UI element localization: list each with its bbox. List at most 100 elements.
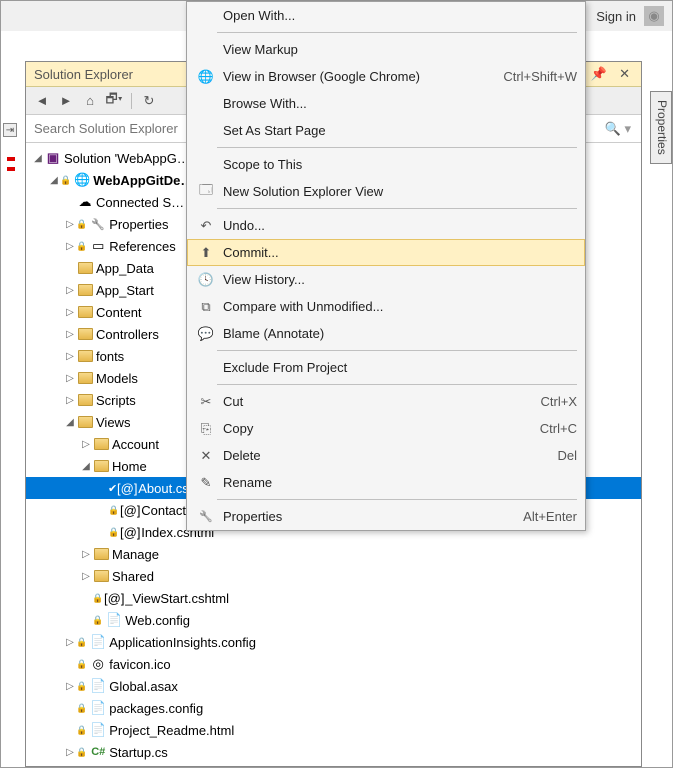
file-node[interactable]: 🔒📄Project_Readme.html: [26, 719, 641, 741]
history-icon: 🕓: [195, 272, 217, 288]
folder-icon: [76, 414, 94, 430]
menu-view-browser[interactable]: 🌐View in Browser (Google Chrome)Ctrl+Shi…: [187, 63, 585, 90]
commit-icon: ⬆: [195, 245, 217, 261]
folder-icon: [76, 326, 94, 342]
html-icon: 📄: [89, 722, 107, 738]
file-node[interactable]: ▷🔒C#Startup.cs: [26, 741, 641, 763]
lock-icon: 🔒: [76, 659, 87, 670]
back-button[interactable]: ◄: [32, 91, 52, 111]
menu-history[interactable]: 🕓View History...: [187, 266, 585, 293]
file-node[interactable]: 🔒[@]_ViewStart.cshtml: [26, 587, 641, 609]
cshtml-icon: [@]: [121, 502, 139, 518]
folder-node[interactable]: ▷Manage: [26, 543, 641, 565]
separator: [217, 208, 577, 209]
lock-icon: 🔒: [92, 615, 103, 626]
separator: [217, 384, 577, 385]
undo-icon: ↶: [195, 218, 217, 234]
folder-icon: [76, 304, 94, 320]
menu-delete[interactable]: ✕DeleteDel: [187, 442, 585, 469]
file-node[interactable]: 🔒📄packages.config: [26, 697, 641, 719]
folder-icon: [76, 282, 94, 298]
forward-button[interactable]: ►: [56, 91, 76, 111]
cshtml-icon: [@]: [118, 480, 136, 496]
config-icon: 📄: [105, 612, 123, 628]
file-node[interactable]: ▷🔒📄ApplicationInsights.config: [26, 631, 641, 653]
lock-icon: 🔒: [76, 703, 87, 714]
rename-icon: ✎: [195, 475, 217, 491]
separator: [217, 147, 577, 148]
menu-commit[interactable]: ⬆Commit...: [187, 239, 585, 266]
menu-properties[interactable]: PropertiesAlt+Enter: [187, 503, 585, 530]
properties-tab[interactable]: Properties: [650, 91, 672, 164]
lock-icon: 🔒: [60, 175, 71, 186]
folder-icon: [92, 458, 110, 474]
home-button[interactable]: ⌂: [80, 91, 100, 111]
folder-icon: [92, 568, 110, 584]
copy-icon: ⎘: [195, 421, 217, 437]
cut-icon: ✂: [195, 394, 217, 410]
solution-icon: ▣: [44, 150, 62, 166]
folder-icon: [76, 370, 94, 386]
config-icon: 📄: [89, 634, 107, 650]
separator: [217, 32, 577, 33]
cshtml-icon: [@]: [121, 524, 139, 540]
separator: [131, 93, 132, 109]
menu-cut[interactable]: ✂CutCtrl+X: [187, 388, 585, 415]
lock-icon: 🔒: [92, 593, 103, 604]
menu-copy[interactable]: ⎘CopyCtrl+C: [187, 415, 585, 442]
lock-icon: 🔒: [76, 681, 87, 692]
panel-title: Solution Explorer: [34, 67, 133, 82]
separator: [217, 499, 577, 500]
menu-compare[interactable]: ⧉Compare with Unmodified...: [187, 293, 585, 320]
window-icon: 🗔: [195, 181, 217, 203]
file-node[interactable]: 🔒◎favicon.ico: [26, 653, 641, 675]
close-icon[interactable]: ✕: [616, 66, 633, 82]
menu-view-markup[interactable]: View Markup: [187, 36, 585, 63]
menu-scope[interactable]: Scope to This: [187, 151, 585, 178]
browser-icon: 🌐: [195, 69, 217, 85]
menu-new-view[interactable]: 🗔New Solution Explorer View: [187, 178, 585, 205]
menu-blame[interactable]: 💬Blame (Annotate): [187, 320, 585, 347]
sync-button[interactable]: 🗗▾: [104, 91, 124, 111]
dock-left-button[interactable]: ⇥: [3, 123, 17, 137]
lock-icon: 🔒: [76, 747, 87, 758]
menu-set-start[interactable]: Set As Start Page: [187, 117, 585, 144]
lock-icon: 🔒: [108, 505, 119, 516]
favicon-icon: ◎: [89, 656, 107, 672]
search-dropdown-icon[interactable]: 🔍 ▾: [599, 121, 637, 137]
annotate-icon: 💬: [195, 326, 217, 342]
menu-rename[interactable]: ✎Rename: [187, 469, 585, 496]
context-menu: Open With... View Markup 🌐View in Browse…: [186, 1, 586, 531]
references-icon: ▭: [89, 238, 107, 254]
pin-icon[interactable]: 📌: [588, 66, 610, 82]
folder-icon: [76, 260, 94, 276]
config-icon: 📄: [89, 700, 107, 716]
margin-indicators: [1, 151, 17, 177]
folder-icon: [92, 546, 110, 562]
lock-icon: 🔒: [108, 527, 119, 538]
user-icon[interactable]: ◉: [644, 6, 664, 26]
separator: [217, 350, 577, 351]
csharp-project-icon: 🌐: [73, 172, 91, 188]
check-icon: ✔: [108, 482, 117, 495]
cshtml-icon: [@]: [105, 590, 123, 606]
menu-undo[interactable]: ↶Undo...: [187, 212, 585, 239]
file-node[interactable]: ▷🔒📄Global.asax: [26, 675, 641, 697]
cloud-icon: ☁: [76, 194, 94, 210]
folder-node[interactable]: ▷Shared: [26, 565, 641, 587]
file-node[interactable]: 🔒📄Web.config: [26, 609, 641, 631]
lock-icon: 🔒: [76, 219, 87, 230]
lock-icon: 🔒: [76, 637, 87, 648]
folder-icon: [76, 392, 94, 408]
menu-exclude[interactable]: Exclude From Project: [187, 354, 585, 381]
change-marker-icon: [7, 167, 15, 171]
menu-browse-with[interactable]: Browse With...: [187, 90, 585, 117]
sign-in-link[interactable]: Sign in: [596, 9, 636, 24]
asax-icon: 📄: [89, 678, 107, 694]
lock-icon: 🔒: [76, 241, 87, 252]
change-marker-icon: [7, 157, 15, 161]
csharp-icon: C#: [89, 744, 107, 760]
wrench-icon: [195, 510, 217, 523]
menu-open-with[interactable]: Open With...: [187, 2, 585, 29]
refresh-button[interactable]: ↻: [139, 91, 159, 111]
